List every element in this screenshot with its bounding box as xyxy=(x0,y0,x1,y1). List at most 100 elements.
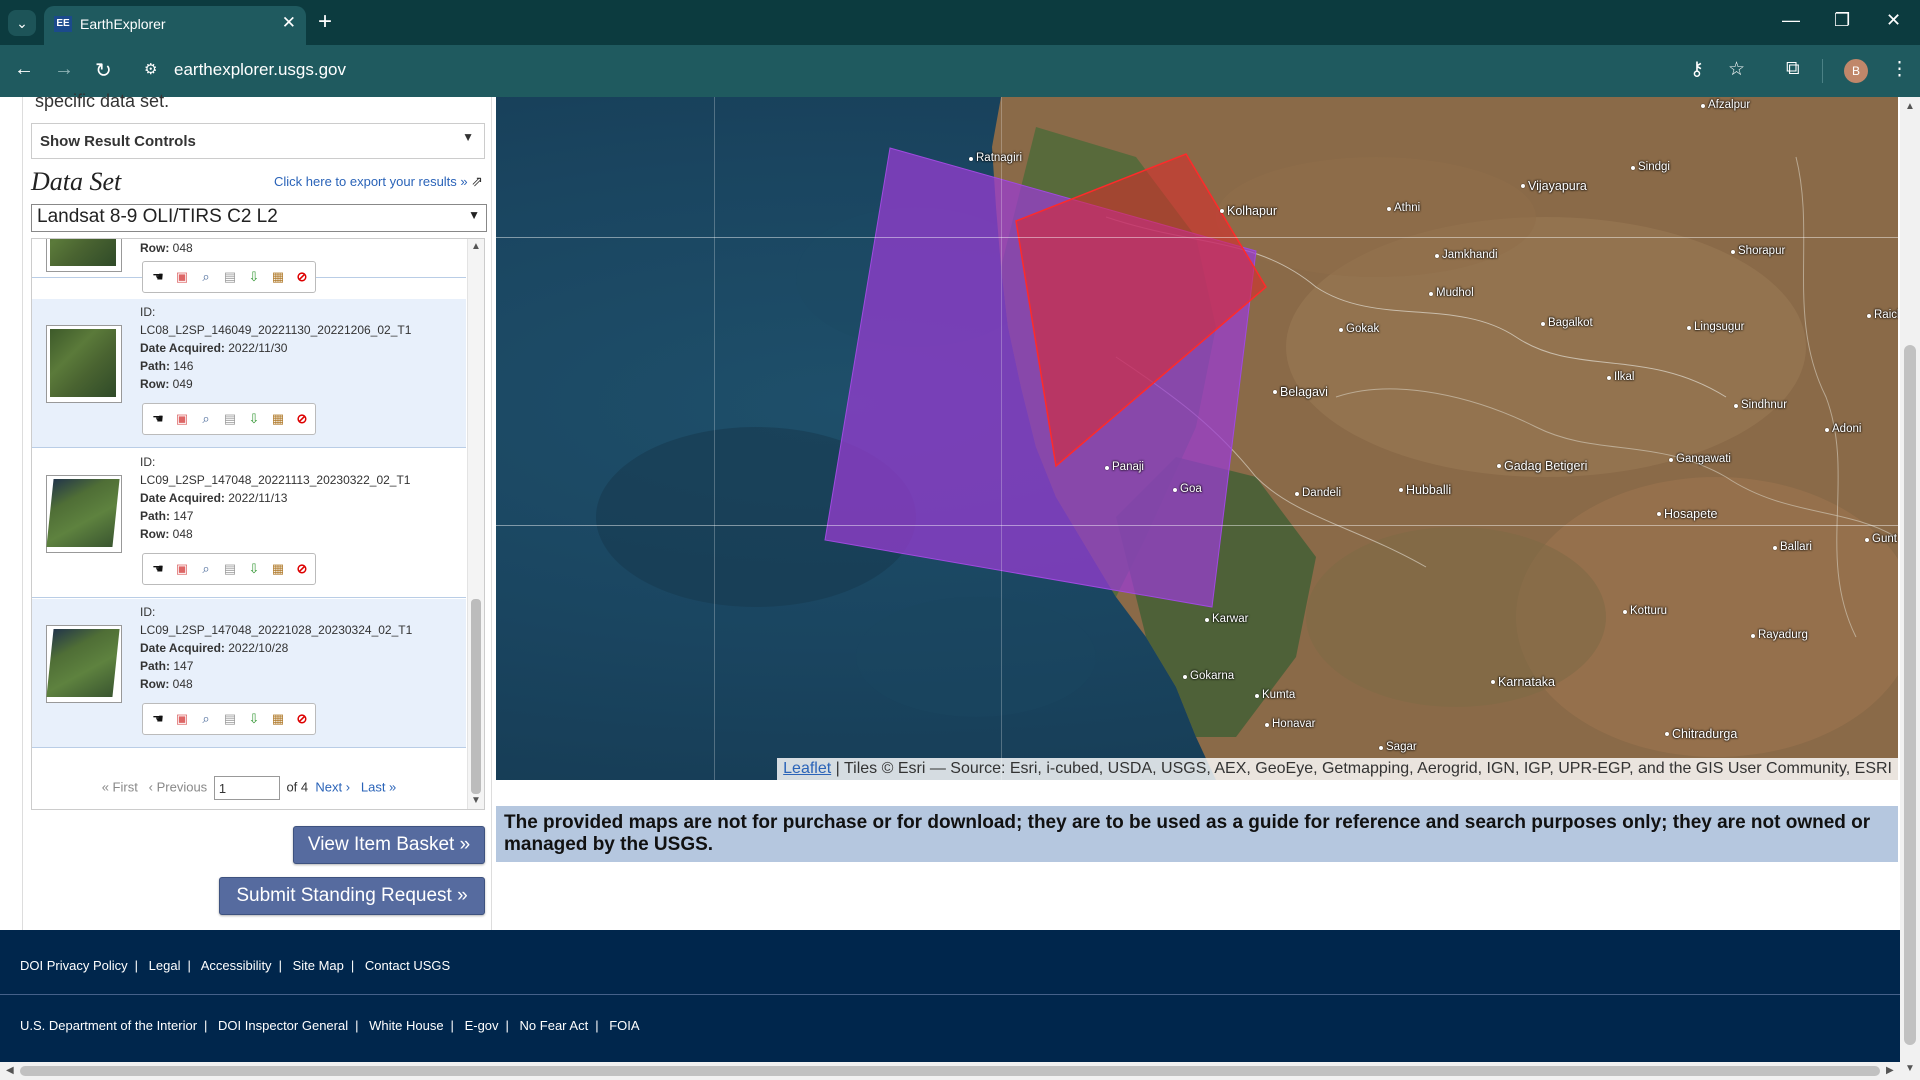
compare-browse-icon[interactable]: ⌕ xyxy=(197,710,215,728)
result-thumbnail[interactable] xyxy=(46,325,122,403)
scroll-up-arrow-icon[interactable]: ▲ xyxy=(471,241,481,252)
restore-window-icon[interactable]: ❐ xyxy=(1834,10,1850,31)
exclude-scene-icon[interactable]: ⊘ xyxy=(293,268,311,286)
map-label: Rayadurg xyxy=(1751,629,1808,641)
compare-browse-icon[interactable]: ⌕ xyxy=(197,268,215,286)
show-result-controls-toggle[interactable]: Show Result Controls ▼ xyxy=(31,123,485,159)
metadata-icon[interactable]: ▤ xyxy=(221,560,239,578)
footprint-icon[interactable]: ☚ xyxy=(149,560,167,578)
compare-browse-icon[interactable]: ⌕ xyxy=(197,560,215,578)
minimize-icon[interactable]: — xyxy=(1782,10,1800,31)
page-hscrollbar-thumb[interactable] xyxy=(20,1066,1880,1076)
bulk-download-icon[interactable]: ▦ xyxy=(269,710,287,728)
close-window-icon[interactable]: ✕ xyxy=(1886,10,1901,31)
bulk-download-icon[interactable]: ▦ xyxy=(269,410,287,428)
metadata-icon[interactable]: ▤ xyxy=(221,710,239,728)
footer-link[interactable]: U.S. Department of the Interior xyxy=(20,1018,197,1033)
last-page-link[interactable]: Last » xyxy=(361,779,396,794)
result-entry: ID: LC08_L2SP_146049_20221130_20221206_0… xyxy=(32,299,466,448)
url-text[interactable]: earthexplorer.usgs.gov xyxy=(174,60,346,80)
first-page-link[interactable]: « First xyxy=(102,779,138,794)
footer-link[interactable]: Contact USGS xyxy=(365,958,450,973)
map-label: Jamkhandi xyxy=(1435,249,1498,261)
scroll-down-arrow-icon[interactable]: ▼ xyxy=(471,795,481,806)
leaflet-link[interactable]: Leaflet xyxy=(783,760,831,777)
bulk-download-icon[interactable]: ▦ xyxy=(269,268,287,286)
next-page-link[interactable]: Next › xyxy=(315,779,350,794)
page-number-input[interactable]: 1 xyxy=(213,776,280,800)
footer-link[interactable]: Site Map xyxy=(293,958,344,973)
page-horizontal-scrollbar[interactable]: ◀ ▶ xyxy=(0,1062,1900,1080)
result-thumbnail[interactable] xyxy=(46,239,122,272)
result-thumbnail[interactable] xyxy=(46,625,122,703)
scroll-left-arrow-icon[interactable]: ◀ xyxy=(6,1065,14,1076)
extensions-puzzle-icon[interactable]: ⧉ xyxy=(1786,58,1800,80)
results-scrollbar-thumb[interactable] xyxy=(471,599,481,794)
footprint-icon[interactable]: ☚ xyxy=(149,710,167,728)
footer-link[interactable]: FOIA xyxy=(609,1018,639,1033)
profile-avatar[interactable]: B xyxy=(1844,59,1868,83)
view-item-basket-button[interactable]: View Item Basket » xyxy=(293,826,485,864)
footprint-icon[interactable]: ☚ xyxy=(149,268,167,286)
result-date: 2022/10/28 xyxy=(228,641,289,655)
exclude-scene-icon[interactable]: ⊘ xyxy=(293,410,311,428)
bulk-download-icon[interactable]: ▦ xyxy=(269,560,287,578)
tab-close-icon[interactable]: ✕ xyxy=(282,13,296,33)
scroll-right-arrow-icon[interactable]: ▶ xyxy=(1886,1065,1894,1076)
scroll-down-arrow-icon[interactable]: ▼ xyxy=(1905,1063,1915,1074)
browse-overlay-icon[interactable]: ▣ xyxy=(173,268,191,286)
download-icon[interactable]: ⇩ xyxy=(245,268,263,286)
footprint-icon[interactable]: ☚ xyxy=(149,410,167,428)
browse-overlay-icon[interactable]: ▣ xyxy=(173,710,191,728)
browser-menu-icon[interactable]: ⋮ xyxy=(1890,58,1909,81)
back-arrow-icon[interactable]: ← xyxy=(14,58,34,81)
browse-overlay-icon[interactable]: ▣ xyxy=(173,560,191,578)
download-icon[interactable]: ⇩ xyxy=(245,710,263,728)
footer-link[interactable]: Accessibility xyxy=(201,958,272,973)
new-tab-plus-icon[interactable]: + xyxy=(318,8,332,36)
chevron-down-icon: ▼ xyxy=(468,208,480,222)
dataset-selected-value: Landsat 8-9 OLI/TIRS C2 L2 xyxy=(37,206,278,227)
site-info-icon[interactable]: ⚙ xyxy=(144,60,157,78)
download-icon[interactable]: ⇩ xyxy=(245,410,263,428)
exclude-scene-icon[interactable]: ⊘ xyxy=(293,560,311,578)
map-view[interactable]: Afzalpur Ratnagiri Kolhapur Vijayapura S… xyxy=(496,97,1898,780)
submit-standing-request-button[interactable]: Submit Standing Request » xyxy=(219,877,485,915)
export-results-link[interactable]: Click here to export your results » ⇗ xyxy=(274,173,483,190)
browser-tab[interactable]: EE EarthExplorer ✕ xyxy=(44,6,306,45)
result-action-toolbar: ☚ ▣ ⌕ ▤ ⇩ ▦ ⊘ xyxy=(142,261,316,293)
exclude-scene-icon[interactable]: ⊘ xyxy=(293,710,311,728)
download-icon[interactable]: ⇩ xyxy=(245,560,263,578)
scroll-up-arrow-icon[interactable]: ▲ xyxy=(1905,101,1915,112)
footer-link[interactable]: DOI Inspector General xyxy=(218,1018,348,1033)
compare-browse-icon[interactable]: ⌕ xyxy=(197,410,215,428)
bookmark-star-icon[interactable]: ☆ xyxy=(1728,58,1745,81)
map-label: Belagavi xyxy=(1273,385,1328,399)
tab-search-dropdown-icon[interactable]: ⌄ xyxy=(8,10,36,36)
previous-page-link[interactable]: ‹ Previous xyxy=(149,779,208,794)
footer-link[interactable]: Legal xyxy=(149,958,181,973)
metadata-icon[interactable]: ▤ xyxy=(221,410,239,428)
result-action-toolbar: ☚ ▣ ⌕ ▤ ⇩ ▦ ⊘ xyxy=(142,703,316,735)
footer-link[interactable]: White House xyxy=(369,1018,443,1033)
footer-link[interactable]: DOI Privacy Policy xyxy=(20,958,128,973)
export-link-label: Click here to export your results » xyxy=(274,174,468,189)
result-row: 048 xyxy=(172,527,193,541)
footer-link[interactable]: E-gov xyxy=(465,1018,499,1033)
result-row: Row: 048 xyxy=(140,241,193,255)
result-id-label: ID: xyxy=(140,455,156,469)
page-scrollbar-thumb[interactable] xyxy=(1904,345,1916,1045)
page-vertical-scrollbar[interactable]: ▲ ▼ xyxy=(1900,97,1920,1080)
password-key-icon[interactable]: ⚷ xyxy=(1690,58,1704,81)
result-row: 048 xyxy=(172,677,193,691)
results-list: Row: 048 ☚ ▣ ⌕ ▤ ⇩ ▦ ⊘ ID: LC08_L2SP_146… xyxy=(31,238,485,810)
footer-link[interactable]: No Fear Act xyxy=(520,1018,589,1033)
result-path: 146 xyxy=(173,359,194,373)
reload-icon[interactable]: ↻ xyxy=(95,58,112,83)
result-thumbnail[interactable] xyxy=(46,475,122,553)
forward-arrow-icon[interactable]: → xyxy=(54,58,74,81)
results-scrollbar[interactable]: ▲ ▼ xyxy=(467,239,484,809)
dataset-select[interactable]: Landsat 8-9 OLI/TIRS C2 L2 ▼ xyxy=(31,204,487,232)
browse-overlay-icon[interactable]: ▣ xyxy=(173,410,191,428)
metadata-icon[interactable]: ▤ xyxy=(221,268,239,286)
